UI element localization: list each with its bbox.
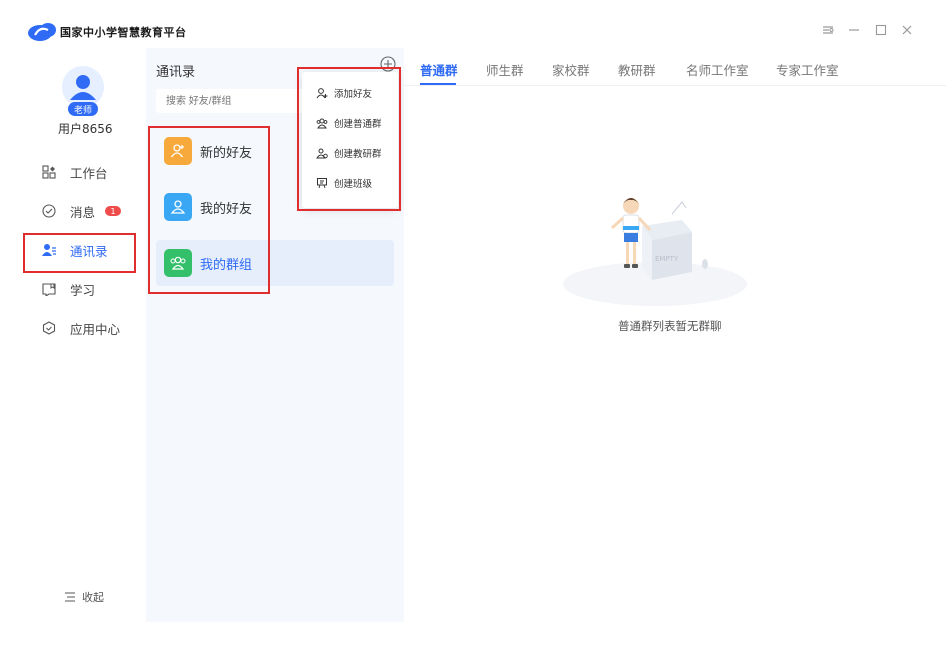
group-tabs: 普通群 师生群 家校群 教研群 名师工作室 专家工作室 — [404, 48, 946, 86]
tab-expert-studio[interactable]: 专家工作室 — [776, 60, 839, 79]
collapse-label: 收起 — [82, 591, 104, 604]
minimize-icon[interactable] — [846, 22, 862, 38]
contact-item-label: 新的好友 — [200, 145, 253, 161]
contacts-icon — [40, 241, 58, 259]
role-badge: 老师 — [68, 102, 98, 116]
menu-item-create-class[interactable]: 创建班级 — [316, 173, 372, 193]
collapse-icon — [64, 592, 76, 602]
add-plus-icon[interactable] — [380, 56, 396, 72]
collapse-button[interactable]: 收起 — [64, 589, 104, 605]
create-research-group-icon — [316, 147, 328, 159]
close-icon[interactable] — [899, 22, 915, 38]
add-menu: 添加好友 创建普通群 创建教研群 创建班级 — [302, 72, 398, 208]
friend-icon — [164, 193, 192, 221]
tab-teacher-student-group[interactable]: 师生群 — [486, 60, 524, 79]
unread-badge: 1 — [105, 206, 122, 216]
new-friend-icon — [164, 137, 192, 165]
sidebar-item-study[interactable]: 学习 — [40, 277, 150, 301]
title-bar: 国家中小学智慧教育平台 — [0, 0, 946, 48]
app-center-icon — [40, 319, 58, 337]
contacts-title: 通讯录 — [156, 65, 196, 80]
sidebar-item-label: 学习 — [70, 282, 96, 298]
grid-icon — [40, 163, 58, 181]
menu-item-label: 创建教研群 — [334, 149, 382, 160]
sidebar-item-label: 消息 — [70, 204, 96, 220]
empty-state-text: 普通群列表暂无群聊 — [618, 319, 722, 333]
sidebar-item-workbench[interactable]: 工作台 — [40, 160, 150, 184]
create-class-icon — [316, 177, 328, 189]
menu-item-label: 添加好友 — [334, 89, 373, 100]
contact-item-label: 我的群组 — [200, 257, 253, 273]
platform-logo-icon — [28, 23, 56, 41]
study-icon — [40, 280, 58, 298]
tab-home-school-group[interactable]: 家校群 — [552, 60, 590, 79]
menu-item-label: 创建普通群 — [334, 119, 382, 130]
sidebar-item-label: 工作台 — [70, 165, 108, 181]
menu-item-add-friend[interactable]: 添加好友 — [316, 83, 372, 103]
menu-item-create-group[interactable]: 创建普通群 — [316, 113, 382, 133]
contact-item-label: 我的好友 — [200, 201, 253, 217]
tab-research-group[interactable]: 教研群 — [618, 60, 656, 79]
message-icon — [40, 202, 58, 220]
app-title: 国家中小学智慧教育平台 — [60, 26, 187, 39]
sidebar-item-messages[interactable]: 消息 1 — [40, 199, 150, 223]
sidebar-item-app-center[interactable]: 应用中心 — [40, 316, 150, 340]
empty-box-label: EMPTY — [655, 255, 679, 263]
create-group-icon — [316, 117, 328, 129]
username: 用户8656 — [58, 122, 113, 136]
sidebar-item-contacts[interactable]: 通讯录 — [40, 238, 150, 262]
sidebar-item-label: 通讯录 — [70, 243, 108, 259]
add-friend-icon — [316, 87, 328, 99]
empty-state-illustration: EMPTY — [563, 198, 747, 306]
tab-normal-group[interactable]: 普通群 — [420, 60, 458, 79]
menu-item-label: 创建班级 — [334, 179, 373, 190]
settings-icon[interactable] — [820, 22, 836, 38]
group-icon — [164, 249, 192, 277]
menu-item-create-research-group[interactable]: 创建教研群 — [316, 143, 382, 163]
active-tab-underline — [420, 83, 456, 85]
sidebar-item-label: 应用中心 — [70, 321, 121, 337]
tab-famous-teacher-studio[interactable]: 名师工作室 — [686, 60, 749, 79]
contact-item-my-groups[interactable]: 我的群组 — [156, 240, 394, 286]
maximize-icon[interactable] — [873, 22, 889, 38]
